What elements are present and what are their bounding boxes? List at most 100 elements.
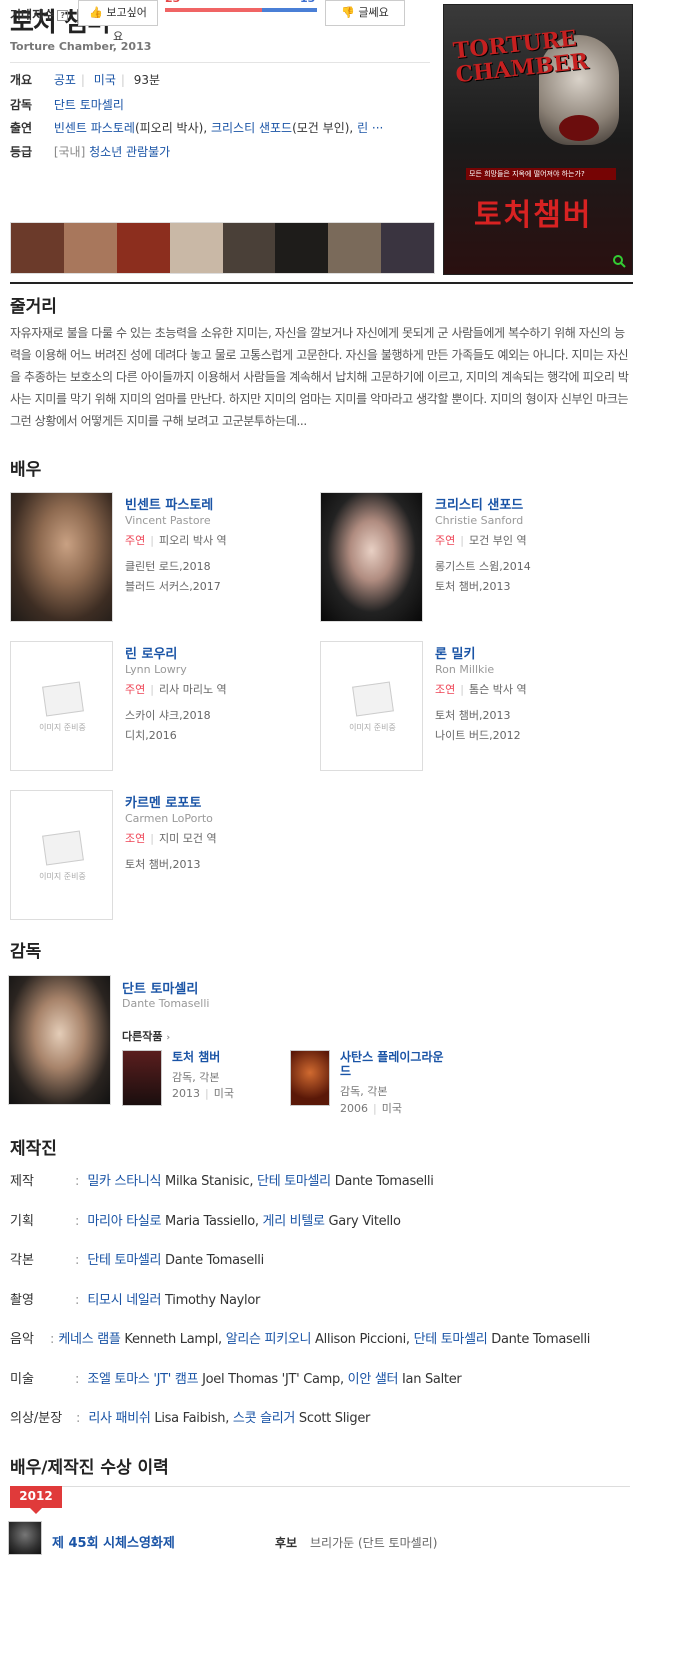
crew-colon: : — [76, 1411, 81, 1426]
actor-card[interactable]: 크리스티 샌포드 Christie Sanford 주연 | 모건 부인 역 롱기스… — [320, 492, 625, 624]
cast-row: 출연 빈센트 파스토레(피오리 박사), 크리스티 샌포드(모건 부인), 린 … — [10, 118, 383, 138]
country-link[interactable]: 미국 — [94, 73, 116, 87]
crew-colon: : — [75, 1372, 80, 1387]
actor-name[interactable]: 빈센트 파스토레 — [125, 494, 213, 513]
crew-person-link[interactable]: 게리 비텔로 — [263, 1214, 325, 1229]
actor-photo-placeholder[interactable]: 이미지 준비중 — [320, 641, 423, 771]
director-link[interactable]: 단트 토마셀리 — [54, 98, 124, 112]
actor-work[interactable]: 클린턴 로드,2018 — [125, 558, 211, 574]
actor-work[interactable]: 롱기스트 스윔,2014 — [435, 558, 531, 574]
still-thumbnail[interactable] — [328, 223, 382, 273]
crew-person-link[interactable]: 밀카 스타니식 — [87, 1174, 161, 1189]
still-thumbnail[interactable] — [169, 223, 223, 273]
actor-work[interactable]: 나이트 버드,2012 — [435, 727, 521, 743]
poster-mouth-art — [559, 115, 599, 141]
director-name[interactable]: 단트 토마셀리 — [122, 978, 198, 997]
actor-photo[interactable] — [10, 492, 113, 622]
director-photo[interactable] — [8, 975, 111, 1105]
actor-name[interactable]: 카르멘 로포토 — [125, 792, 201, 811]
crew-names: 조엘 토마스 'JT' 캠프 Joel Thomas 'JT' Camp, 이안… — [87, 1372, 462, 1387]
crew-colon: : — [75, 1174, 80, 1189]
rating-link[interactable]: 청소년 관람불가 — [89, 145, 170, 159]
awards-heading: 배우/제작진 수상 이력 — [10, 1458, 169, 1478]
crew-person-en: Gary Vitello — [328, 1214, 401, 1229]
work-poster[interactable] — [290, 1050, 330, 1106]
actor-card[interactable]: 이미지 준비중 론 밀키 Ron Millkie 조연 | 톰슨 박사 역 토처 챔… — [320, 641, 625, 773]
crew-person-en: Dante Tomaselli — [334, 1174, 434, 1189]
nowant-button[interactable]: 👎 글쎄요 — [325, 0, 405, 26]
crew-person-link[interactable]: 단테 토마셀리 — [414, 1332, 488, 1347]
synopsis-heading: 줄거리 — [10, 297, 57, 317]
crew-person-link[interactable]: 마리아 타실로 — [87, 1214, 161, 1229]
still-thumbnail[interactable] — [11, 223, 64, 273]
crew-heading: 제작진 — [10, 1139, 57, 1159]
actor-photo[interactable] — [320, 492, 423, 622]
actor-work[interactable]: 토처 챔버,2013 — [435, 578, 510, 594]
cast-heading: 배우 — [10, 460, 42, 480]
crew-names: 리사 패비쉬 Lisa Faibish, 스콧 슬리거 Scott Sliger — [88, 1411, 371, 1426]
actor-work[interactable]: 블러드 서커스,2017 — [125, 578, 221, 594]
zoom-icon[interactable] — [612, 254, 626, 268]
director-work[interactable]: 토처 챔버 감독, 각본 2013 | 미국 — [122, 1050, 282, 1110]
want-button[interactable]: 👍 보고싶어요 — [78, 0, 158, 43]
cast-link-2[interactable]: 크리스티 샌포드 — [211, 121, 292, 135]
poster-title-ko: 토처챔버 — [474, 198, 593, 233]
actor-work[interactable]: 토처 챔버,2013 — [125, 856, 200, 872]
actor-name[interactable]: 린 로우리 — [125, 643, 177, 662]
actor-card[interactable]: 이미지 준비중 린 로우리 Lynn Lowry 주연 | 리사 마리노 역 스카이… — [10, 641, 315, 773]
still-thumbnail[interactable] — [116, 223, 170, 273]
header-divider — [10, 282, 633, 284]
actor-name[interactable]: 론 밀키 — [435, 643, 475, 662]
poster-tagline: 모든 희망들은 지옥에 떨어져야 하는가? — [466, 168, 616, 180]
crew-person-link[interactable]: 케네스 램플 — [58, 1332, 120, 1347]
award-name[interactable]: 제 45회 시체스영화제 — [52, 1532, 175, 1551]
work-poster[interactable] — [122, 1050, 162, 1106]
actor-name[interactable]: 크리스티 샌포드 — [435, 494, 523, 513]
award-status: 후보 — [275, 1536, 298, 1550]
actor-work[interactable]: 스카이 샤크,2018 — [125, 707, 211, 723]
crew-person-link[interactable]: 단테 토마셀리 — [87, 1253, 161, 1268]
movie-poster[interactable]: TORTURE CHAMBER 모든 희망들은 지옥에 떨어져야 하는가? 토처… — [443, 4, 633, 275]
still-thumbnail[interactable] — [63, 223, 117, 273]
crew-person-link[interactable]: 리사 패비쉬 — [88, 1411, 150, 1426]
actor-role: 주연 | 리사 마리노 역 — [125, 683, 227, 696]
work-title[interactable]: 사탄스 플레이그라운드 — [340, 1050, 450, 1078]
actor-photo-placeholder[interactable]: 이미지 준비중 — [10, 641, 113, 771]
cast-link-3[interactable]: 린 ··· — [357, 121, 383, 135]
stills-strip[interactable] — [10, 222, 435, 274]
actor-name-en: Lynn Lowry — [125, 663, 187, 676]
crew-row: 의상/분장: 리사 패비쉬 Lisa Faibish, 스콧 슬리거 Scott … — [10, 1409, 370, 1429]
actor-photo-placeholder[interactable]: 이미지 준비중 — [10, 790, 113, 920]
actor-card[interactable]: 빈센트 파스토레 Vincent Pastore 주연 | 피오리 박사 역 클린턴… — [10, 492, 315, 624]
crew-person-link[interactable]: 알리슨 피키오니 — [226, 1332, 312, 1347]
crew-person-en: Maria Tassiello — [165, 1214, 255, 1229]
crew-person-link[interactable]: 티모시 네일러 — [87, 1293, 161, 1308]
crew-person-en: Timothy Naylor — [165, 1293, 261, 1308]
crew-person-en: Allison Piccioni — [315, 1332, 406, 1347]
image-placeholder-icon — [42, 681, 84, 717]
expectation-gauge — [165, 8, 317, 12]
award-year-badge: 2012 — [10, 1486, 62, 1514]
crew-person-link[interactable]: 스콧 슬리거 — [233, 1411, 295, 1426]
actor-work[interactable]: 디치,2016 — [125, 727, 177, 743]
award-festival-logo[interactable] — [8, 1521, 42, 1555]
help-icon[interactable]: ? — [57, 10, 69, 21]
cast-link-1[interactable]: 빈센트 파스토레 — [54, 121, 135, 135]
actor-work[interactable]: 토처 챔버,2013 — [435, 707, 510, 723]
crew-role-label: 제작 — [10, 1174, 34, 1189]
crew-person-en: Ian Salter — [402, 1372, 462, 1387]
still-thumbnail[interactable] — [381, 223, 434, 273]
other-works-link[interactable]: 다른작품 › — [122, 1028, 170, 1044]
actor-card[interactable]: 이미지 준비중 카르멘 로포토 Carmen LoPorto 조연 | 지미 모건 … — [10, 790, 315, 922]
crew-person-en: Milka Stanisic — [165, 1174, 250, 1189]
crew-person-link[interactable]: 조엘 토마스 'JT' 캠프 — [87, 1372, 198, 1387]
crew-person-link[interactable]: 단테 토마셀리 — [257, 1174, 331, 1189]
crew-person-link[interactable]: 이안 샐터 — [348, 1372, 399, 1387]
work-title[interactable]: 토처 챔버 — [172, 1050, 282, 1064]
movie-header: 토처 챔버 Torture Chamber, 2013 개요 공포 | 미국 | 9… — [10, 0, 670, 295]
still-thumbnail[interactable] — [275, 223, 329, 273]
genre-link[interactable]: 공포 — [54, 73, 76, 87]
director-work[interactable]: 사탄스 플레이그라운드 감독, 각본 2006 | 미국 — [290, 1050, 450, 1115]
crew-row: 촬영: 티모시 네일러 Timothy Naylor — [10, 1291, 260, 1311]
still-thumbnail[interactable] — [222, 223, 276, 273]
